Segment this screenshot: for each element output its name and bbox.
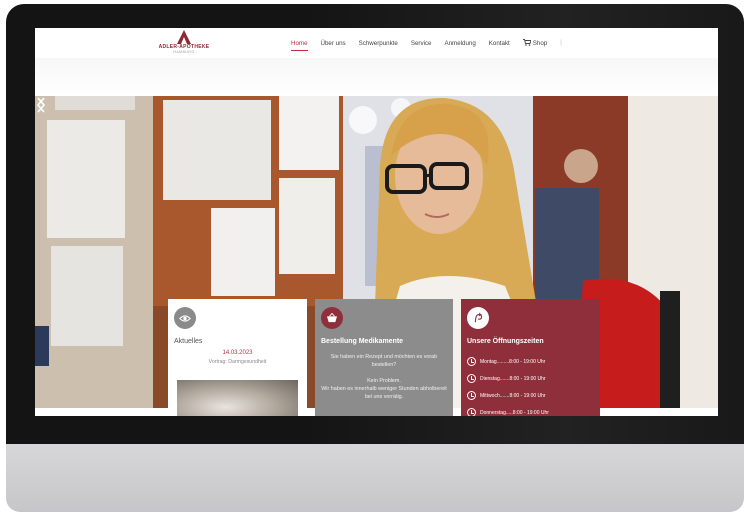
news-date: 14.03.2023: [222, 350, 253, 356]
menu-separator: |: [560, 40, 562, 46]
site-logo[interactable]: ADLER-APOTHEKE HAMBURG: [153, 30, 215, 54]
top-navigation: ADLER-APOTHEKE HAMBURG Home Über uns Sch…: [35, 28, 718, 58]
main-menu: Home Über uns Schwerpunkte Service Anmel…: [291, 37, 562, 51]
clock-icon: [467, 374, 476, 383]
basket-icon: [321, 307, 343, 329]
hours-tuesday: Dienstag.......8:00 - 19:00 Uhr: [480, 375, 546, 382]
chevron-right-icon[interactable]: [35, 96, 47, 114]
order-title: Bestellung Medikamente: [321, 338, 404, 345]
pharmacy-sign-icon: [467, 307, 489, 329]
hours-row: Dienstag.......8:00 - 19:00 Uhr: [467, 370, 594, 387]
news-card[interactable]: Aktuelles 14.03.2023 Vortrag: Darmgesund…: [168, 299, 307, 416]
basket-glyph: [327, 313, 337, 323]
hours-wednesday: Mittwoch.......8:00 - 19:00 Uhr: [480, 392, 546, 399]
monitor-mockup: ADLER-APOTHEKE HAMBURG Home Über uns Sch…: [0, 0, 744, 514]
order-text-1: Sie haben ein Rezept und möchten es vora…: [330, 354, 438, 368]
hours-title: Unsere Öffnungszeiten: [467, 338, 544, 345]
nav-item-shop[interactable]: Shop: [522, 39, 548, 47]
hours-list: Montag.........8:00 - 19:00 Uhr Dienstag…: [467, 353, 594, 416]
shop-label: Shop: [532, 40, 548, 47]
news-image[interactable]: [177, 380, 298, 416]
hours-row: Donnerstag.....8:00 - 19:00 Uhr: [467, 404, 594, 416]
order-card[interactable]: Bestellung Medikamente Sie haben ein Rez…: [315, 299, 453, 416]
logo-subtitle: HAMBURG: [173, 50, 195, 54]
logo-a-icon: [177, 30, 191, 44]
header-spacer: [35, 58, 718, 96]
news-subtitle[interactable]: Vortrag: Darmgesundheit: [174, 359, 301, 365]
nav-item-home[interactable]: Home: [291, 40, 308, 51]
nav-item-anmeldung[interactable]: Anmeldung: [444, 40, 475, 47]
pharmacy-glyph: [474, 312, 483, 323]
eye-glyph: [179, 314, 191, 322]
news-title: Aktuelles: [174, 338, 203, 345]
clock-icon: [467, 408, 476, 416]
order-text-2: Kein Problem.: [367, 378, 401, 384]
eye-icon: [174, 307, 196, 329]
opening-hours-card: Unsere Öffnungszeiten Montag.........8:0…: [461, 299, 600, 416]
nav-item-service[interactable]: Service: [411, 40, 432, 47]
nav-item-kontakt[interactable]: Kontakt: [489, 40, 510, 47]
hours-row: Montag.........8:00 - 19:00 Uhr: [467, 353, 594, 370]
order-text-3: Wir haben es innerhalb weniger Stunden a…: [321, 386, 447, 400]
cart-icon: [522, 39, 531, 46]
nav-item-ueber-uns[interactable]: Über uns: [321, 40, 346, 47]
hours-thursday: Donnerstag.....8:00 - 19:00 Uhr: [480, 409, 549, 416]
hours-monday: Montag.........8:00 - 19:00 Uhr: [480, 358, 546, 365]
clock-icon: [467, 357, 476, 366]
hours-row: Mittwoch.......8:00 - 19:00 Uhr: [467, 387, 594, 404]
website-screen: ADLER-APOTHEKE HAMBURG Home Über uns Sch…: [35, 28, 718, 416]
nav-item-schwerpunkte[interactable]: Schwerpunkte: [359, 40, 398, 47]
clock-icon: [467, 391, 476, 400]
monitor-chin: [6, 444, 744, 512]
